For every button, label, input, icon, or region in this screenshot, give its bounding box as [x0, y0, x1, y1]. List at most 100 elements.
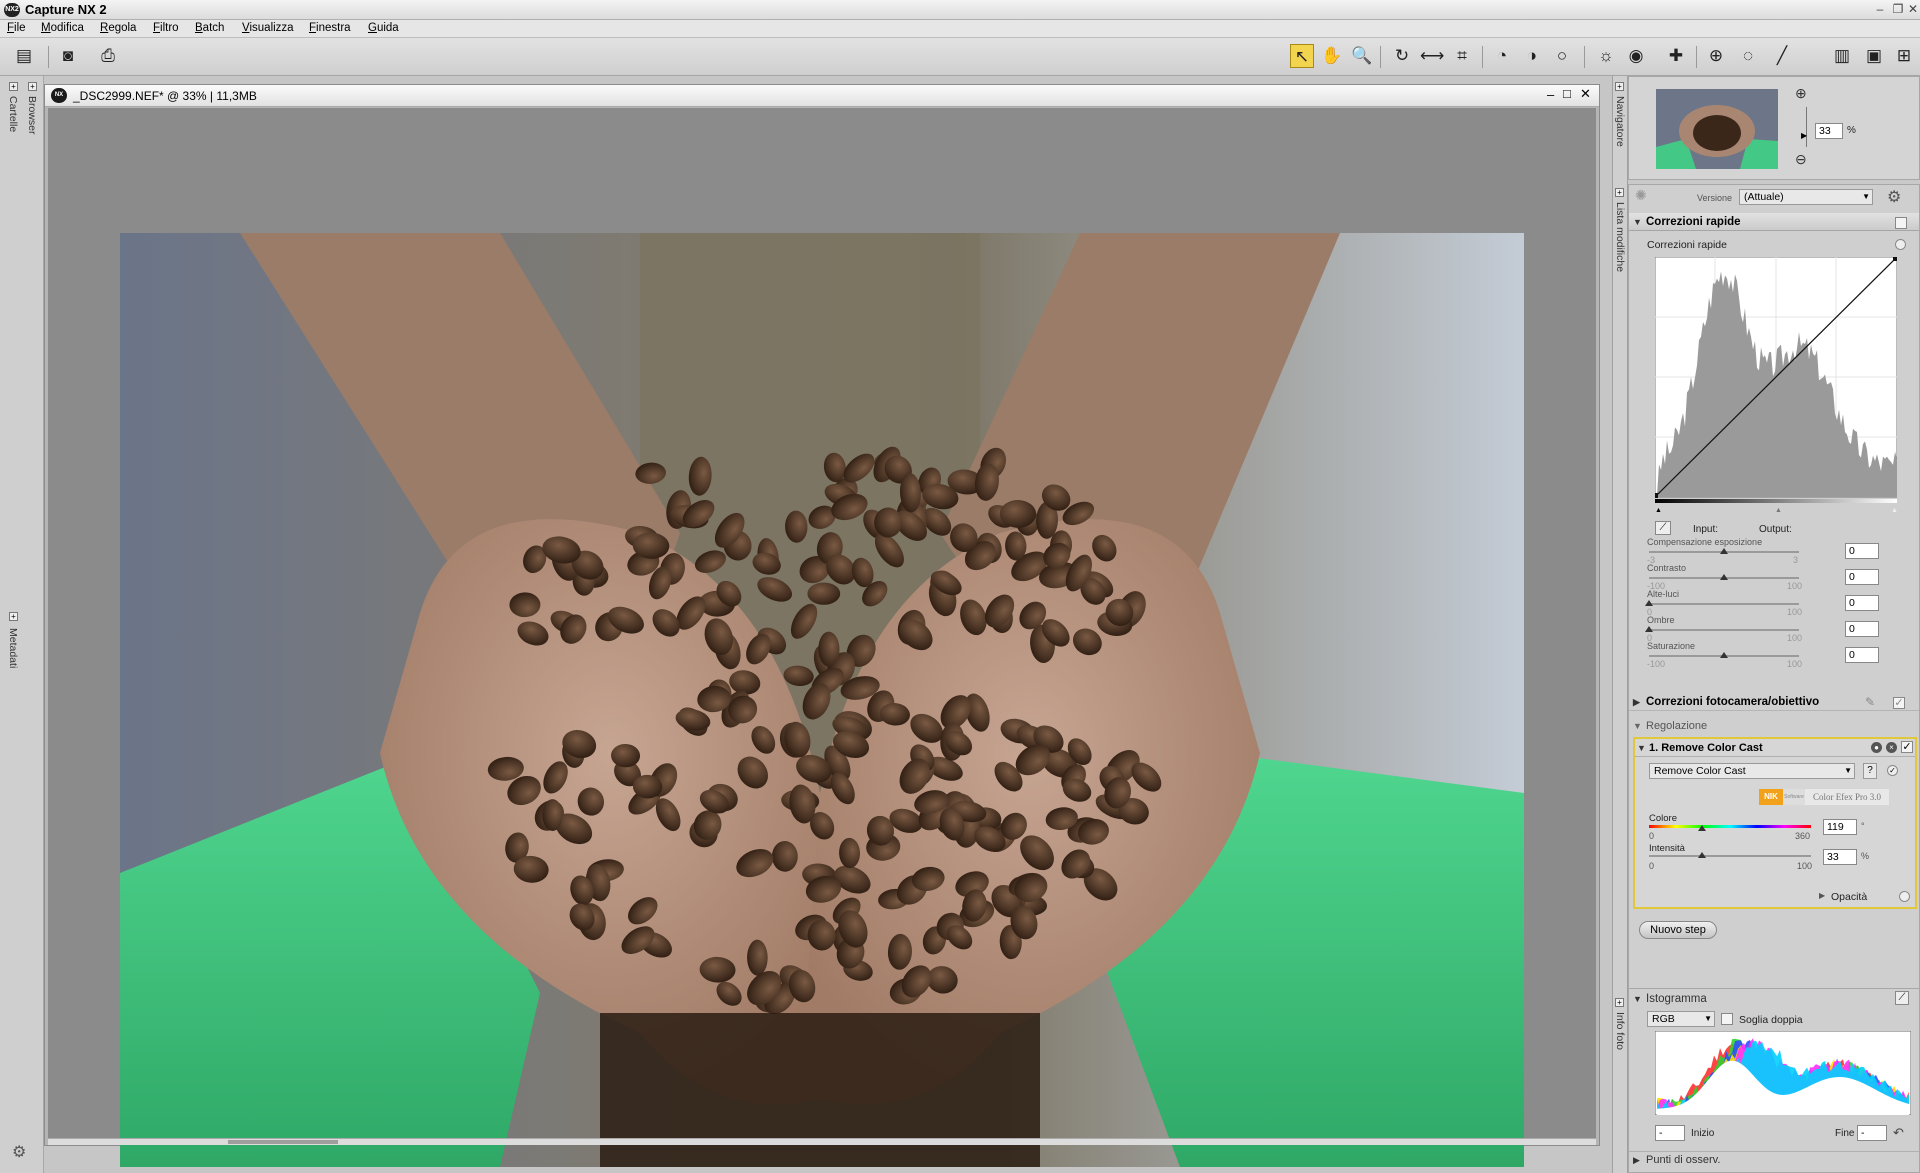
red-eye-icon[interactable]: ☼	[1594, 44, 1618, 68]
workspace-icon[interactable]: ▤	[12, 44, 36, 68]
zoom-tool-icon[interactable]: 🔍	[1350, 44, 1374, 68]
camera-icon[interactable]: ◙	[56, 44, 80, 68]
quickfix-checkbox[interactable]	[1895, 217, 1907, 229]
double-threshold-checkbox[interactable]	[1721, 1013, 1733, 1025]
menu-filtro[interactable]: Filtro	[153, 22, 179, 34]
horizontal-scrollbar[interactable]	[48, 1138, 1596, 1145]
doc-maximize-icon[interactable]: □	[1563, 86, 1571, 101]
histogram-header[interactable]: ▼ Istogramma	[1629, 991, 1919, 1007]
zoom-percent-field[interactable]: 33	[1815, 123, 1843, 139]
brush-icon[interactable]: ╱	[1770, 44, 1794, 68]
navigator-thumbnail[interactable]	[1656, 89, 1778, 169]
filter-help-button[interactable]: ?	[1863, 763, 1877, 779]
camera-lens-header[interactable]: ▶ Correzioni fotocamera/obiettivo	[1629, 693, 1919, 711]
qf-slider-knob-3[interactable]	[1645, 626, 1653, 632]
zoom-slider-knob[interactable]: ▶	[1801, 131, 1807, 140]
qf-slider-field-3[interactable]: 0	[1845, 621, 1879, 637]
doc-close-icon[interactable]: ✕	[1580, 86, 1591, 102]
quickfix-reset-icon[interactable]	[1895, 239, 1906, 250]
version-select[interactable]: (Attuale) ▼	[1739, 189, 1873, 205]
restore-icon[interactable]: ❐	[1890, 1, 1906, 17]
lens-tool-icon[interactable]: ✎	[1865, 695, 1875, 709]
fill-icon[interactable]: ▣	[1862, 44, 1886, 68]
tab-lista-modifiche[interactable]: Lista modifiche	[1614, 202, 1626, 272]
gradient-icon[interactable]: ▥	[1830, 44, 1854, 68]
tab-cartelle[interactable]: Cartelle	[7, 96, 19, 132]
quickfix-header[interactable]: ▼ Correzioni rapide	[1629, 213, 1919, 231]
qf-slider-field-4[interactable]: 0	[1845, 647, 1879, 663]
neutral-point-icon[interactable]: ◑	[1520, 44, 1544, 68]
watch-points-header[interactable]: ▶ Punti di osserv.	[1629, 1151, 1919, 1167]
straighten-icon[interactable]: ⟷	[1420, 44, 1444, 68]
crop-icon[interactable]: ⌗	[1450, 44, 1474, 68]
black-point-icon[interactable]: ◔	[1490, 44, 1514, 68]
menu-regola[interactable]: Regola	[100, 22, 136, 34]
image-canvas[interactable]	[48, 108, 1596, 1167]
expand-navigator-icon[interactable]: +	[1615, 82, 1624, 91]
white-point-icon[interactable]: ○	[1550, 44, 1574, 68]
step-enable-checkbox[interactable]: ✓	[1901, 741, 1913, 753]
qf-slider-field-2[interactable]: 0	[1845, 595, 1879, 611]
print-icon[interactable]: ⎙	[96, 44, 120, 68]
pointer-tool-icon[interactable]: ↖	[1290, 44, 1314, 68]
minimize-icon[interactable]: –	[1872, 1, 1888, 17]
settings-gear-icon[interactable]: ⚙	[12, 1142, 26, 1162]
eye-icon[interactable]: ◉	[1624, 44, 1648, 68]
qf-slider-track-3[interactable]	[1649, 629, 1799, 631]
mid-slider-knob[interactable]: ▲	[1775, 507, 1782, 514]
bandage-icon[interactable]: ✚	[1664, 44, 1688, 68]
histogram-options-icon[interactable]: ⟋	[1895, 991, 1909, 1005]
filter-visible-icon[interactable]: ✓	[1887, 765, 1898, 776]
opacity-expand-icon[interactable]: ▶	[1819, 891, 1825, 900]
tab-metadati[interactable]: Metadati	[7, 628, 19, 668]
doc-minimize-icon[interactable]: –	[1547, 87, 1554, 102]
tab-info-foto[interactable]: Info foto	[1614, 1012, 1626, 1050]
channel-select[interactable]: RGB ▼	[1647, 1011, 1715, 1027]
adjust-header[interactable]: ▼ Regolazione	[1629, 717, 1919, 735]
tab-browser[interactable]: Browser	[26, 96, 38, 135]
filter-select[interactable]: Remove Color Cast ▼	[1649, 763, 1855, 779]
menu-finestra[interactable]: Finestra	[309, 22, 351, 34]
scrollbar-thumb[interactable]	[228, 1140, 338, 1144]
opacity-toggle-icon[interactable]	[1899, 891, 1910, 902]
menu-file[interactable]: File	[7, 22, 26, 34]
qf-slider-field-1[interactable]: 0	[1845, 569, 1879, 585]
zoom-in-icon[interactable]: ⊕	[1795, 85, 1807, 102]
new-step-button[interactable]: Nuovo step	[1639, 921, 1717, 939]
intensita-field[interactable]: 33	[1823, 849, 1857, 865]
hand-tool-icon[interactable]: ✋	[1320, 44, 1344, 68]
options-gear-icon[interactable]: ⚙	[1887, 187, 1901, 207]
menu-guida[interactable]: Guida	[368, 22, 399, 34]
tab-navigatore[interactable]: Navigatore	[1614, 96, 1626, 147]
expand-browser-icon[interactable]: +	[28, 82, 37, 91]
expand-metadata-icon[interactable]: +	[9, 612, 18, 621]
rotate-icon[interactable]: ↻	[1390, 44, 1414, 68]
qf-slider-knob-0[interactable]	[1720, 548, 1728, 554]
qf-slider-knob-2[interactable]	[1645, 600, 1653, 606]
qf-slider-track-2[interactable]	[1649, 603, 1799, 605]
close-icon[interactable]: ✕	[1905, 1, 1920, 17]
qf-slider-knob-4[interactable]	[1720, 652, 1728, 658]
camera-lens-checkbox[interactable]: ✓	[1893, 697, 1905, 709]
hue-slider-knob[interactable]	[1698, 825, 1707, 831]
curve-editor[interactable]	[1655, 257, 1897, 503]
expand-editlist-icon[interactable]: +	[1615, 188, 1624, 197]
menu-visualizza[interactable]: Visualizza	[242, 22, 294, 34]
qf-slider-knob-1[interactable]	[1720, 574, 1728, 580]
white-slider-knob[interactable]: ▲	[1891, 507, 1898, 514]
expand-folders-icon[interactable]: +	[9, 82, 18, 91]
zoom-out-icon[interactable]: ⊖	[1795, 151, 1807, 168]
intensity-slider-knob[interactable]	[1698, 852, 1707, 858]
qf-slider-field-0[interactable]: 0	[1845, 543, 1879, 559]
expand-info-icon[interactable]: +	[1615, 998, 1624, 1007]
step-delete-icon[interactable]: ×	[1886, 742, 1897, 753]
menu-batch[interactable]: Batch	[195, 22, 224, 34]
colore-field[interactable]: 119	[1823, 819, 1857, 835]
selection-brush-icon[interactable]: ⊕	[1704, 44, 1728, 68]
hue-slider-track[interactable]	[1649, 825, 1811, 828]
undo-icon[interactable]: ↶	[1893, 1125, 1904, 1141]
black-slider-knob[interactable]: ▲	[1655, 507, 1662, 514]
end-field[interactable]: -	[1857, 1125, 1887, 1141]
curve-reset-icon[interactable]: ⟋	[1655, 521, 1671, 535]
start-field[interactable]: -	[1655, 1125, 1685, 1141]
